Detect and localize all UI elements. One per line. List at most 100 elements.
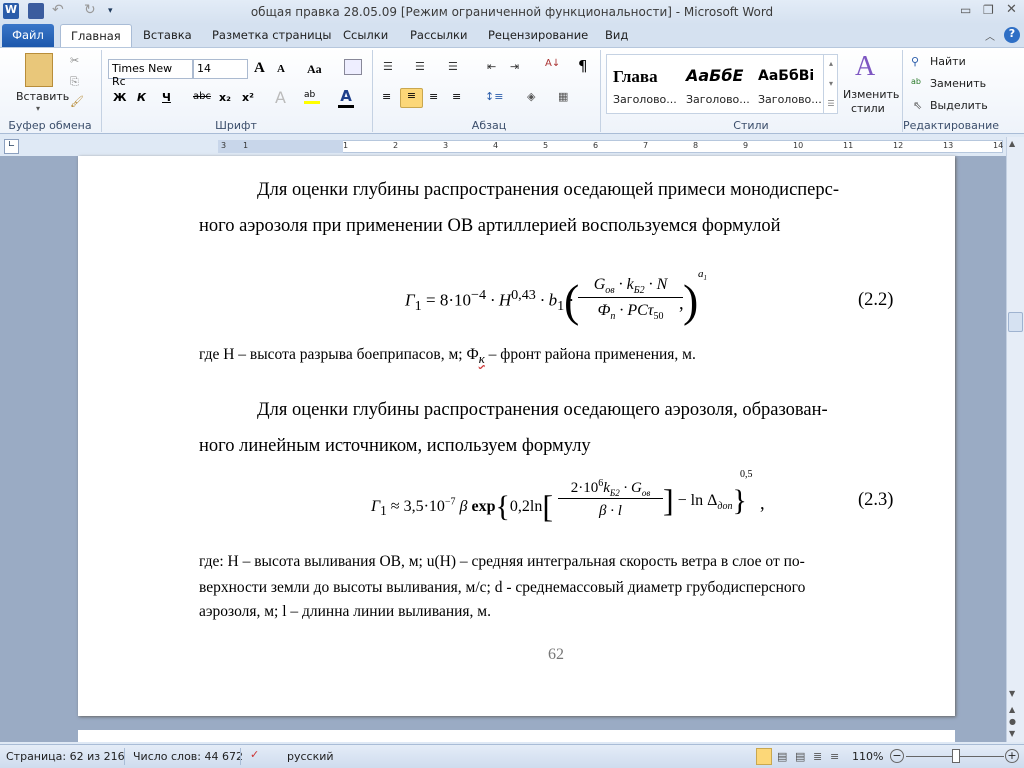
show-marks-button[interactable]: ¶ <box>578 57 588 75</box>
restore-button[interactable]: ❐ <box>983 3 994 17</box>
line-spacing-icon[interactable]: ↕≡ <box>485 90 503 103</box>
f-text: Г <box>405 290 415 310</box>
f-text: 0,43 <box>511 287 536 303</box>
help-icon[interactable]: ? <box>1004 27 1020 43</box>
select-button[interactable]: Выделить <box>930 99 988 112</box>
change-styles-icon[interactable]: A <box>855 51 875 83</box>
f-text: G <box>593 276 606 293</box>
zoom-in-button[interactable]: + <box>1005 749 1019 763</box>
borders-icon[interactable]: ▦ <box>558 90 568 103</box>
document-page[interactable]: Для оценки глубины распространения оседа… <box>78 156 955 716</box>
bullets-icon[interactable]: ☰ <box>383 60 393 73</box>
paste-icon[interactable] <box>25 53 53 87</box>
tab-file[interactable]: Файл <box>2 24 54 47</box>
style-name[interactable]: Заголово... <box>686 93 750 106</box>
print-layout-icon[interactable] <box>756 748 772 765</box>
change-case-button[interactable]: Aa <box>307 62 322 77</box>
align-right-icon[interactable]: ≡ <box>429 90 438 103</box>
text-effects-icon[interactable]: A <box>275 88 286 107</box>
italic-button[interactable]: К <box>137 91 146 104</box>
select-icon: ⇖ <box>913 99 923 112</box>
tab-view[interactable]: Вид <box>595 24 638 47</box>
font-size-select[interactable]: 14 <box>193 59 248 79</box>
prev-page-icon[interactable]: ▲ <box>1009 705 1015 714</box>
formula-comma: , <box>679 294 684 314</box>
browse-object-icon[interactable]: ● <box>1009 717 1016 726</box>
paste-button[interactable]: Вставить <box>16 90 69 103</box>
subscript-button[interactable]: x₂ <box>219 91 231 104</box>
font-name-select[interactable]: Times New Rc <box>108 59 193 88</box>
f-text: · k <box>614 276 634 293</box>
zoom-slider-thumb[interactable] <box>952 749 960 763</box>
tab-review[interactable]: Рецензирование <box>478 24 598 47</box>
superscript-button[interactable]: x² <box>242 91 254 104</box>
style-name[interactable]: Заголово... <box>758 93 822 106</box>
draft-icon[interactable]: ≡ <box>830 750 839 763</box>
minimize-button[interactable]: ▭ <box>960 3 971 17</box>
page-count[interactable]: Страница: 62 из 216 <box>6 750 125 763</box>
f-text: доп <box>717 501 733 513</box>
style-preview[interactable]: АаБбЕ <box>686 66 743 85</box>
zoom-level[interactable]: 110% <box>852 750 883 763</box>
change-styles-button-line2[interactable]: стили <box>851 102 885 115</box>
copy-icon[interactable]: ⎘ <box>70 75 79 89</box>
multilevel-list-icon[interactable]: ☰ <box>448 60 458 73</box>
tab-home[interactable]: Главная <box>60 24 132 47</box>
grow-font-button[interactable]: A <box>254 60 265 77</box>
numbering-icon[interactable]: ☰ <box>415 60 425 73</box>
bold-button[interactable]: Ж <box>113 91 126 104</box>
tab-insert[interactable]: Вставка <box>133 24 202 47</box>
vertical-scrollbar[interactable]: ▲ ▼ ▲ ● ▼ <box>1006 137 1024 742</box>
editing-group-label: Редактирование <box>903 119 999 132</box>
page-number: 62 <box>548 646 564 663</box>
scroll-down-icon[interactable]: ▼ <box>1009 689 1015 698</box>
web-layout-icon[interactable]: ▤ <box>795 750 805 763</box>
language[interactable]: русский <box>287 750 334 763</box>
change-styles-button[interactable]: Изменить <box>843 88 899 101</box>
p-text: – фронт района применения, м. <box>488 346 696 363</box>
style-preview[interactable]: АаБбВі <box>758 68 814 84</box>
scroll-thumb[interactable] <box>1008 312 1023 332</box>
tab-page-layout[interactable]: Разметка страницы <box>202 24 341 47</box>
style-preview[interactable]: Глава <box>613 67 658 87</box>
sort-icon[interactable]: A↓ <box>545 58 560 69</box>
close-button[interactable]: ✕ <box>1006 2 1017 17</box>
justify-icon[interactable]: ≡ <box>452 90 461 103</box>
f-text: · H <box>486 290 512 310</box>
find-button[interactable]: Найти <box>930 55 966 68</box>
tab-selector[interactable]: ∟ <box>4 139 19 154</box>
align-center-icon[interactable]: ≡ <box>400 88 423 108</box>
ruler-number: 7 <box>643 141 649 150</box>
ruler-number: 12 <box>893 141 904 150</box>
align-left-icon[interactable]: ≡ <box>382 90 391 103</box>
style-name[interactable]: Заголово... <box>613 93 677 106</box>
font-color-icon[interactable]: A <box>338 87 354 108</box>
paragraph: аэрозоля, м; l – длинна линии выливания,… <box>199 603 491 620</box>
full-screen-reading-icon[interactable]: ▤ <box>777 750 787 763</box>
underline-button[interactable]: Ч <box>162 91 171 104</box>
word-count[interactable]: Число слов: 44 672 <box>133 750 243 763</box>
paste-dropdown-icon[interactable]: ▾ <box>36 104 40 113</box>
clear-formatting-icon[interactable] <box>344 59 362 75</box>
cut-icon[interactable]: ✂ <box>70 54 79 67</box>
strikethrough-button[interactable]: abc <box>193 91 211 102</box>
next-page-icon[interactable]: ▼ <box>1009 729 1015 738</box>
zoom-out-button[interactable]: − <box>890 749 904 763</box>
styles-scroll[interactable]: ▴ ▾ ☰ <box>823 54 838 114</box>
ruler-number: 3 <box>443 141 449 150</box>
tab-mailings[interactable]: Рассылки <box>400 24 477 47</box>
shrink-font-button[interactable]: A <box>277 63 285 75</box>
proofing-icon[interactable]: ✓ <box>250 748 259 761</box>
scroll-up-icon[interactable]: ▲ <box>1009 139 1015 148</box>
collapse-ribbon-icon[interactable]: ︿ <box>985 28 995 43</box>
tab-references[interactable]: Ссылки <box>333 24 398 47</box>
increase-indent-icon[interactable]: ⇥ <box>510 60 519 73</box>
format-painter-icon[interactable]: 🖌 <box>70 95 84 108</box>
paragraph: где: H – высота выливания ОВ, м; u(H) – … <box>199 553 805 570</box>
outline-icon[interactable]: ≣ <box>813 750 822 763</box>
shading-icon[interactable]: ◈ <box>527 90 535 103</box>
decrease-indent-icon[interactable]: ⇤ <box>487 60 496 73</box>
replace-button[interactable]: Заменить <box>930 77 986 90</box>
highlight-icon[interactable]: ab <box>304 90 320 104</box>
replace-icon: ab <box>911 77 921 86</box>
